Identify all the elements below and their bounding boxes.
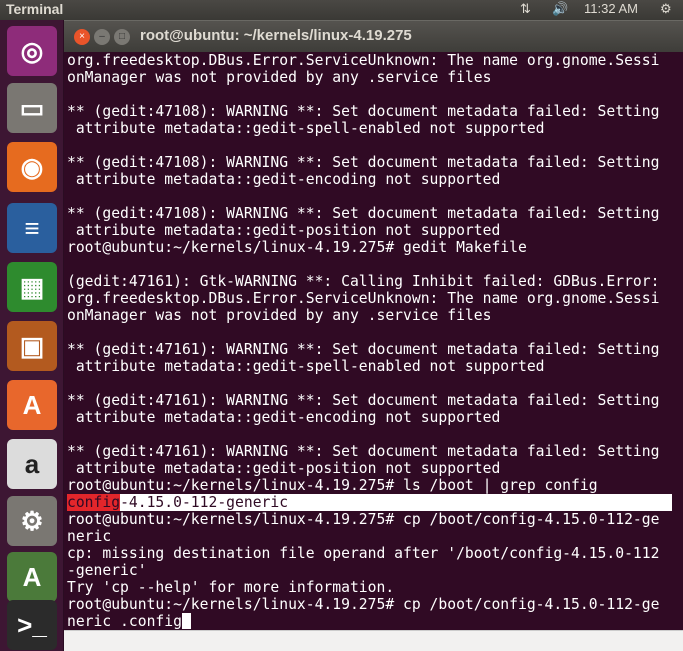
terminal-icon: >_ [17, 609, 47, 640]
launcher-libreoffice-impress[interactable]: ▣ [7, 321, 57, 371]
launcher-firefox[interactable]: ◉ [7, 142, 57, 192]
window-title: root@ubuntu: ~/kernels/linux-4.19.275 [140, 27, 412, 44]
terminal-line: ** (gedit:47108): WARNING **: Set docume… [67, 103, 660, 120]
terminal-line: attribute metadata::gedit-spell-enabled … [67, 120, 545, 137]
terminal-line: -generic' [67, 562, 147, 579]
launcher-ubuntu-software[interactable]: A [7, 380, 57, 430]
terminal-line: Try 'cp --help' for more information. [67, 579, 395, 596]
grep-match-rest: -4.15.0-112-generic [120, 494, 289, 511]
terminal-line: ** (gedit:47108): WARNING **: Set docume… [67, 154, 660, 171]
launcher-ubuntu-dash[interactable]: ◎ [7, 26, 57, 76]
terminal-line: org.freedesktop.DBus.Error.ServiceUnknow… [67, 52, 660, 69]
terminal-line: root@ubuntu:~/kernels/linux-4.19.275# cp… [67, 596, 660, 613]
title-bar[interactable]: × – □ root@ubuntu: ~/kernels/linux-4.19.… [64, 20, 683, 52]
ubuntu-software-icon: A [22, 389, 42, 420]
terminal-line: attribute metadata::gedit-position not s… [67, 460, 501, 477]
libreoffice-writer-icon: ≡ [24, 212, 40, 243]
minimize-button[interactable]: – [94, 29, 110, 45]
maximize-button[interactable]: □ [114, 29, 130, 45]
horizontal-scroll-area[interactable] [64, 630, 683, 651]
terminal-line: onManager was not provided by any .servi… [67, 69, 492, 86]
terminal-line: (gedit:47161): Gtk-WARNING **: Calling I… [67, 273, 660, 290]
terminal-line: attribute metadata::gedit-encoding not s… [67, 171, 501, 188]
libreoffice-impress-icon: ▣ [19, 330, 45, 361]
power-gear-icon[interactable]: ⚙ [660, 1, 672, 17]
terminal-line: ** (gedit:47161): WARNING **: Set docume… [67, 392, 660, 409]
launcher-software-updater[interactable]: A [7, 552, 57, 602]
close-button[interactable]: × [74, 29, 90, 45]
firefox-icon: ◉ [20, 151, 44, 182]
terminal-line: ** (gedit:47161): WARNING **: Set docume… [67, 341, 660, 358]
top-panel: Terminal ⇅ 🔊 11:32 AM ⚙ [0, 0, 683, 20]
system-settings-icon: ⚙ [20, 505, 44, 536]
cursor [181, 613, 191, 629]
terminal-line: cp: missing destination file operand aft… [67, 545, 660, 562]
terminal-line: attribute metadata::gedit-position not s… [67, 222, 501, 239]
launcher-terminal[interactable]: >_ [7, 600, 57, 650]
terminal-line: neric [67, 528, 112, 545]
current-input-line[interactable]: neric .config [67, 613, 672, 630]
terminal-line: root@ubuntu:~/kernels/linux-4.19.275# cp… [67, 511, 660, 528]
grep-result-line: config-4.15.0-112-generic [67, 494, 672, 511]
command-input[interactable]: neric .config [67, 613, 182, 630]
launcher-system-settings[interactable]: ⚙ [7, 496, 57, 546]
terminal-line: ** (gedit:47161): WARNING **: Set docume… [67, 443, 660, 460]
active-app-name: Terminal [6, 1, 64, 17]
terminal-line: org.freedesktop.DBus.Error.ServiceUnknow… [67, 290, 660, 307]
volume-icon[interactable]: 🔊 [552, 1, 568, 17]
terminal-line: attribute metadata::gedit-encoding not s… [67, 409, 501, 426]
terminal-line: attribute metadata::gedit-spell-enabled … [67, 358, 545, 375]
libreoffice-calc-icon: ▦ [19, 271, 45, 302]
terminal-line: root@ubuntu:~/kernels/linux-4.19.275# ge… [67, 239, 527, 256]
launcher-libreoffice-writer[interactable]: ≡ [7, 203, 57, 253]
terminal-window: × – □ root@ubuntu: ~/kernels/linux-4.19.… [64, 20, 683, 651]
grep-match: config [67, 494, 121, 511]
terminal-line: ** (gedit:47108): WARNING **: Set docume… [67, 205, 660, 222]
terminal-line: root@ubuntu:~/kernels/linux-4.19.275# ls… [67, 477, 598, 494]
terminal-line: onManager was not provided by any .servi… [67, 307, 492, 324]
launcher-amazon[interactable]: a [7, 439, 57, 489]
launcher-files[interactable]: ▭ [7, 83, 57, 133]
terminal-output[interactable]: org.freedesktop.DBus.Error.ServiceUnknow… [64, 52, 683, 630]
launcher-libreoffice-calc[interactable]: ▦ [7, 262, 57, 312]
ubuntu-dash-icon: ◎ [20, 35, 44, 66]
network-icon[interactable]: ⇅ [520, 1, 531, 17]
software-updater-icon: A [22, 561, 42, 592]
clock[interactable]: 11:32 AM [584, 1, 638, 16]
files-icon: ▭ [19, 92, 45, 123]
launcher: ◎ ▭ ◉ ≡ ▦ ▣ Aa ⚙ A >_ [0, 20, 64, 651]
amazon-icon: a [24, 448, 40, 479]
